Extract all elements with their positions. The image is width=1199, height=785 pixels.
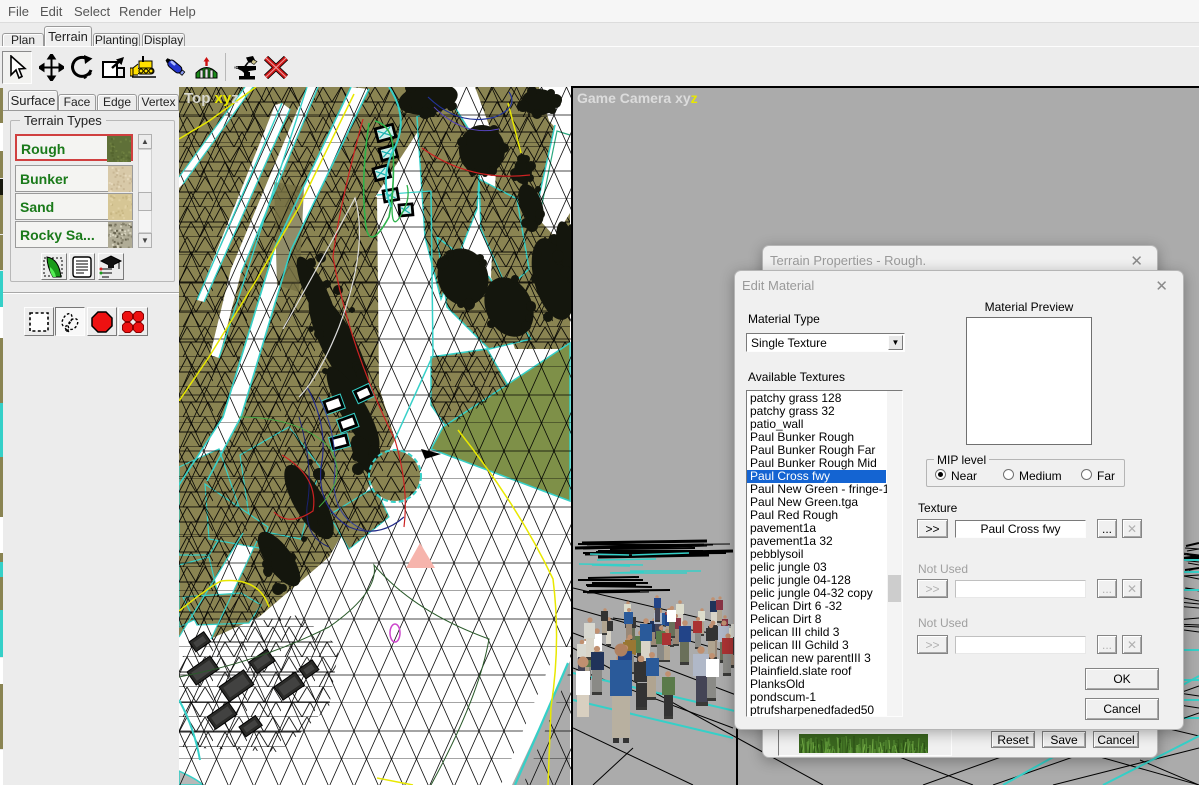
svg-text:Game Camera xyz: Game Camera xyz	[577, 90, 698, 106]
svg-text:Top xyz: Top xyz	[184, 90, 239, 107]
